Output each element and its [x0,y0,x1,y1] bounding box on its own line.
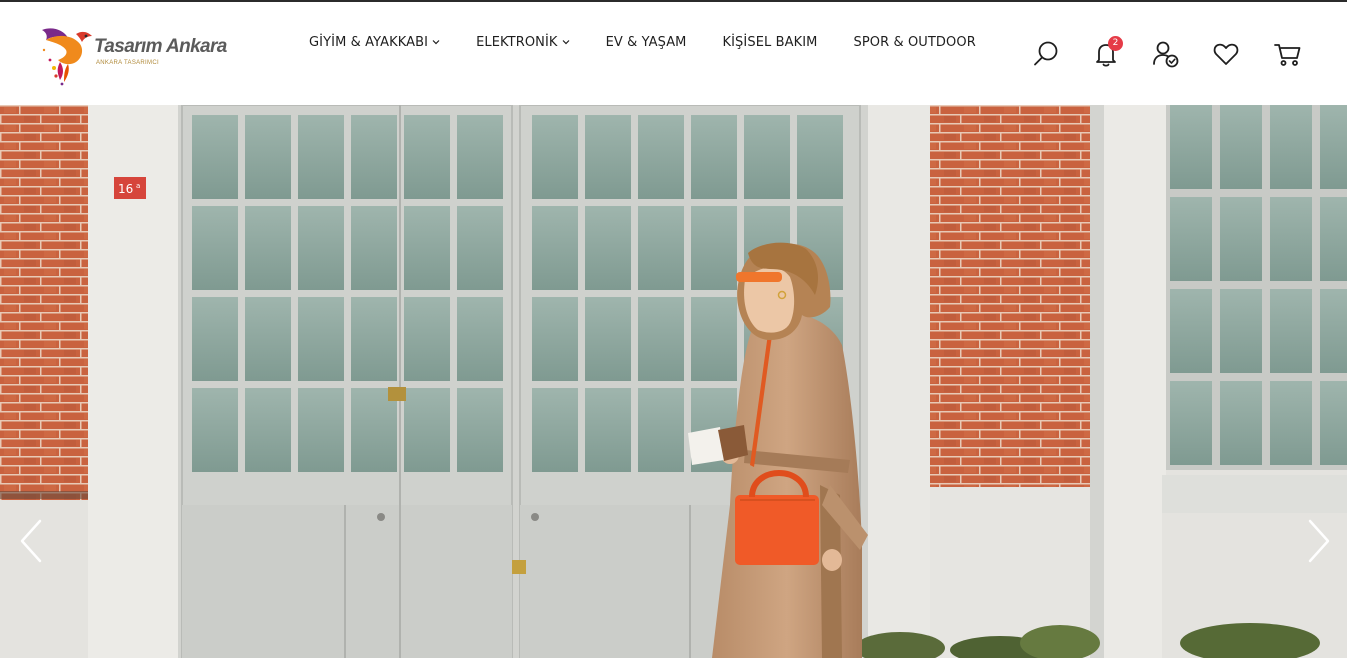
cart-button[interactable] [1272,38,1304,70]
hero-slider: 16 a [0,105,1347,658]
window-pane [351,297,397,381]
nav-item-2[interactable]: ELEKTRONİK [476,35,569,50]
brand-tagline: ANKARA TASARIMCI [96,60,159,66]
slider-next-button[interactable] [1304,517,1334,565]
window-pane [404,206,450,290]
chevron-left-icon [20,519,42,563]
brand-name-part1: Tasarım [94,36,163,57]
notification-count-badge: 2 [1108,36,1123,51]
slider-prev-button[interactable] [16,517,46,565]
window-pane [585,388,631,472]
window-pane [1270,381,1312,465]
window-pane [298,297,344,381]
window-pane [404,297,450,381]
window-pane [1270,105,1312,189]
nav-item-1[interactable]: GİYİM & AYAKKABI [309,35,440,50]
brand-name-part2: Ankara [165,36,227,57]
window-pane [532,388,578,472]
window-pane [585,115,631,199]
chevron-right-icon [1308,519,1330,563]
hero-slide-image: 16 a [0,105,1347,658]
window-pane [351,115,397,199]
window-pane [404,115,450,199]
wishlist-button[interactable] [1210,38,1242,70]
window-pane [1220,381,1262,465]
nav-item-label: KİŞİSEL BAKIM [722,34,818,50]
window-pane [691,297,737,381]
chevron-down-icon [432,40,440,45]
window-pane [638,206,684,290]
window-pane [192,297,238,381]
nav-item-label: GİYİM & AYAKKABI [309,34,429,50]
window-pane [1320,197,1347,281]
nav-item-label: ELEKTRONİK [476,34,558,50]
window-pane [457,297,503,381]
door-number-label: 16 [118,182,133,196]
search-button[interactable] [1030,38,1062,70]
window-pane [457,388,503,472]
heart-icon [1213,43,1239,65]
window-pane [457,115,503,199]
window-pane [298,115,344,199]
window-pane [298,206,344,290]
chevron-down-icon [562,40,569,45]
nav-item-3[interactable]: EV & YAŞAM [606,35,687,50]
account-button[interactable] [1150,38,1182,70]
window-pane [1220,289,1262,373]
notifications-button[interactable]: 2 [1090,36,1123,70]
door-number-suffix: a [136,182,140,190]
window-pane [298,388,344,472]
window-pane [245,115,291,199]
window-pane [245,297,291,381]
window-pane [638,388,684,472]
window-pane [404,388,450,472]
nav-item-4[interactable]: KİŞİSEL BAKIM [723,35,818,50]
nav-item-5[interactable]: SPOR & OUTDOOR [853,35,975,50]
brand-logo[interactable]: Tasarım Ankara ANKARA TASARIMCI [38,22,248,88]
window-pane [1270,197,1312,281]
window-pane [797,115,843,199]
window-pane [638,115,684,199]
window-pane [1320,289,1347,373]
window-pane [1220,105,1262,189]
window-pane [638,297,684,381]
window-pane [1320,381,1347,465]
logo-bird-icon [42,28,92,86]
window-pane [192,115,238,199]
window-pane [691,206,737,290]
window-pane [532,206,578,290]
user-check-icon [1153,41,1179,68]
window-pane [192,388,238,472]
window-pane [532,115,578,199]
window-pane [585,297,631,381]
site-header: Tasarım Ankara ANKARA TASARIMCI GİYİM & … [0,2,1347,105]
window-pane [1170,289,1212,373]
search-icon [1034,41,1058,66]
window-pane [457,206,503,290]
window-pane [744,115,790,199]
window-pane [1170,197,1212,281]
nav-item-label: SPOR & OUTDOOR [853,34,976,50]
window-pane [1220,197,1262,281]
main-nav: GİYİM & AYAKKABI ELEKTRONİK EV & YAŞAM KİŞİ… [309,32,1012,52]
window-pane [351,206,397,290]
window-pane [585,206,631,290]
nav-item-label: EV & YAŞAM [605,34,687,50]
cart-icon [1274,44,1301,66]
window-pane [1320,105,1347,189]
window-pane [1170,105,1212,189]
window-pane [192,206,238,290]
window-pane [245,206,291,290]
window-pane [245,388,291,472]
brand-name: Tasarım Ankara [94,36,227,58]
window-pane [1270,289,1312,373]
window-pane [691,115,737,199]
window-pane [1170,381,1212,465]
window-pane [532,297,578,381]
